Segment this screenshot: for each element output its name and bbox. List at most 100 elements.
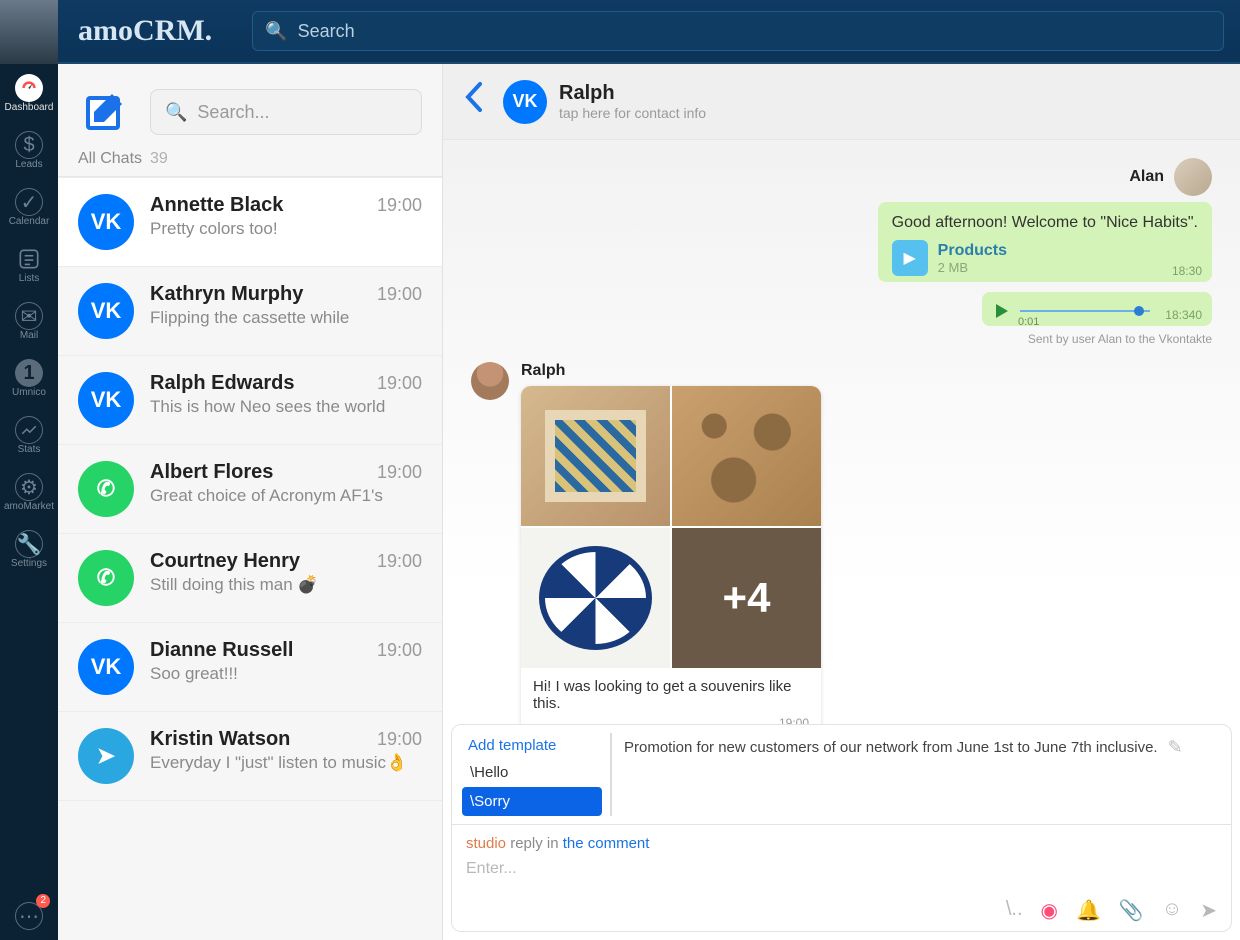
chat-row[interactable]: VK Dianne Russell 19:00 Soo great!!! xyxy=(58,623,442,712)
image-thumb[interactable] xyxy=(521,386,670,526)
template-preview: Promotion for new customers of our netwo… xyxy=(612,733,1221,762)
wa-icon: ✆ xyxy=(78,550,134,606)
template-picker: Add template \Hello \Sorry Promotion for… xyxy=(451,724,1232,825)
video-file-icon: ▶ xyxy=(892,240,928,276)
nav-label: Dashboard xyxy=(5,102,54,113)
messages-scroll[interactable]: Alan Good afternoon! Welcome to "Nice Ha… xyxy=(443,140,1240,724)
chat-preview: Still doing this man 💣 xyxy=(150,575,422,595)
incoming-avatar[interactable] xyxy=(471,362,509,400)
reply-studio[interactable]: studio xyxy=(466,835,506,852)
nav-leads[interactable]: $ Leads xyxy=(0,121,58,178)
sender-name: Alan xyxy=(1129,168,1164,186)
nav-label: Umnico xyxy=(12,387,46,398)
chat-preview: Flipping the cassette while xyxy=(150,308,422,328)
bell-icon[interactable]: 🔔 xyxy=(1076,898,1101,923)
voice-time: 18:340 xyxy=(1165,308,1202,322)
nav-settings[interactable]: 🔧 Settings xyxy=(0,520,58,577)
reply-comment-link[interactable]: the comment xyxy=(563,835,650,852)
reply-context: studio reply in the comment xyxy=(466,835,1217,852)
nav-label: Mail xyxy=(20,330,38,341)
stats-icon xyxy=(15,416,43,444)
vk-icon: VK xyxy=(78,372,134,428)
sender-avatar[interactable] xyxy=(1174,158,1212,196)
chat-row[interactable]: VKAnnette Black19:00Pretty colors too! xyxy=(58,177,442,267)
chat-time: 19:00 xyxy=(377,729,422,750)
image-card[interactable]: +4 Hi! I was looking to get a souvenirs … xyxy=(521,386,821,724)
nav-lists[interactable]: Lists xyxy=(0,235,58,292)
slash-command-icon[interactable]: \.. xyxy=(1006,898,1023,923)
send-icon[interactable]: ➤ xyxy=(1200,898,1217,923)
all-chats-header[interactable]: All Chats 39 xyxy=(58,150,442,177)
chat-row[interactable]: VKKathryn Murphy19:00Flipping the casset… xyxy=(58,267,442,356)
chat-name: Courtney Henry xyxy=(150,550,300,573)
wrench-icon: 🔧 xyxy=(15,530,43,558)
chat-row[interactable]: VKRalph Edwards19:00This is how Neo sees… xyxy=(58,356,442,445)
chat-preview: Everyday I "just" listen to music👌 xyxy=(150,753,422,773)
chat-list: VK Annette Black 19:00 Pretty colors too! VK… xyxy=(58,177,442,801)
chat-title: Ralph xyxy=(559,82,706,105)
brand-logo[interactable]: amoCRM. xyxy=(78,14,212,48)
chat-preview: Pretty colors too! xyxy=(150,219,422,239)
all-chats-count: 39 xyxy=(150,150,168,168)
message-input[interactable]: Enter... xyxy=(466,860,1217,878)
template-item-selected[interactable]: \Sorry xyxy=(462,787,602,816)
edit-template-icon[interactable]: ✎ xyxy=(1168,737,1183,758)
image-thumb[interactable] xyxy=(672,386,821,526)
nav-dashboard[interactable]: Dashboard xyxy=(0,64,58,121)
nav-mail[interactable]: ✉ Mail xyxy=(0,292,58,349)
nav-notifications[interactable]: ⋯ 2 xyxy=(0,892,58,940)
workspace-thumb[interactable] xyxy=(0,0,58,64)
voice-track[interactable] xyxy=(1020,310,1150,312)
nav-market[interactable]: ⚙ amoMarket xyxy=(0,463,58,520)
image-more[interactable]: +4 xyxy=(672,528,821,668)
nav-label: amoMarket xyxy=(4,501,54,512)
image-thumb[interactable] xyxy=(521,528,670,668)
nav-stats[interactable]: Stats xyxy=(0,406,58,463)
message-time: 18:30 xyxy=(1172,264,1202,278)
back-button[interactable] xyxy=(457,80,491,123)
umnico-count-icon: 1 xyxy=(15,359,43,387)
chat-time: 19:00 xyxy=(377,640,422,661)
search-icon: 🔍 xyxy=(165,102,187,123)
global-search[interactable]: 🔍 Search xyxy=(252,11,1224,51)
message-text: Good afternoon! Welcome to "Nice Habits"… xyxy=(892,214,1198,232)
chat-row[interactable]: ✆Courtney Henry19:00Still doing this man… xyxy=(58,534,442,623)
list-icon xyxy=(15,245,43,273)
gauge-icon xyxy=(15,74,43,102)
voice-message[interactable]: 0:01 18:340 xyxy=(982,292,1212,326)
nav-calendar[interactable]: ✓ Calendar xyxy=(0,178,58,235)
chat-search[interactable]: 🔍 Search... xyxy=(150,89,422,135)
incoming-name: Ralph xyxy=(521,362,821,380)
paperclip-icon[interactable]: 📎 xyxy=(1119,898,1144,923)
notification-badge: 2 xyxy=(36,894,50,908)
attachment-size: 2 MB xyxy=(938,260,1007,275)
composer: studio reply in the comment Enter... \..… xyxy=(451,825,1232,932)
vk-icon: VK xyxy=(78,639,134,695)
chat-time: 19:00 xyxy=(377,373,422,394)
composer-tools: \.. ◉ 🔔 📎 ☺ ➤ xyxy=(466,898,1217,923)
template-item[interactable]: \Hello xyxy=(462,758,602,787)
vk-icon: VK xyxy=(78,194,134,250)
chat-name: Kristin Watson xyxy=(150,728,290,751)
chat-row[interactable]: ➤Kristin Watson19:00Everyday I "just" li… xyxy=(58,712,442,801)
nav-label: Stats xyxy=(18,444,41,455)
emoji-icon[interactable]: ☺ xyxy=(1162,898,1182,923)
nav-label: Settings xyxy=(11,558,47,569)
visibility-icon[interactable]: ◉ xyxy=(1041,898,1058,923)
chat-name: Annette Black xyxy=(150,194,283,217)
incoming-time: 19:00 xyxy=(521,716,821,724)
attachment[interactable]: ▶ Products 2 MB xyxy=(892,240,1198,276)
chat-name: Kathryn Murphy xyxy=(150,283,303,306)
nav-umnico[interactable]: 1 Umnico xyxy=(0,349,58,406)
chat-time: 19:00 xyxy=(377,462,422,483)
add-template[interactable]: Add template xyxy=(462,733,602,758)
chat-row[interactable]: ✆Albert Flores19:00Great choice of Acron… xyxy=(58,445,442,534)
compose-button[interactable] xyxy=(78,84,134,140)
chat-list-panel: 🔍 Search... All Chats 39 VK Annette Black… xyxy=(58,64,443,940)
chat-preview: This is how Neo sees the world xyxy=(150,397,422,417)
play-icon[interactable] xyxy=(996,304,1008,318)
chat-preview: Soo great!!! xyxy=(150,664,422,684)
chat-name: Dianne Russell xyxy=(150,639,293,662)
chat-preview: Great choice of Acronym AF1's xyxy=(150,486,422,506)
chat-subtitle[interactable]: tap here for contact info xyxy=(559,105,706,121)
